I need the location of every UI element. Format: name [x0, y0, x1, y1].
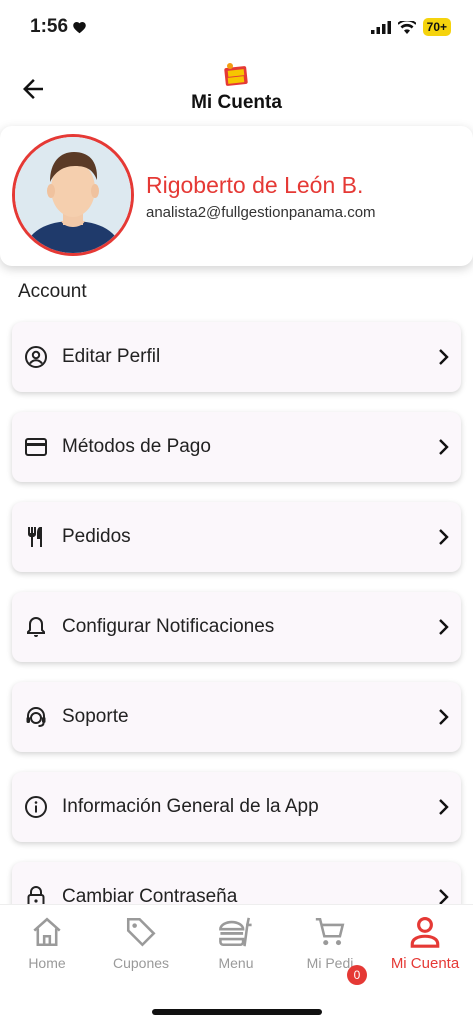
- bottom-tab-bar: Home Cupones Menu Mi Pedi 0 Mi Cuenta: [0, 904, 473, 1024]
- app-header: Mi Cuenta: [0, 56, 473, 124]
- menu-item-label: Soporte: [62, 706, 129, 727]
- tag-icon: [126, 917, 156, 947]
- tab-label: Home: [28, 955, 66, 971]
- wifi-icon: [397, 20, 416, 34]
- tab-home[interactable]: Home: [0, 915, 94, 971]
- menu-item-label: Editar Perfil: [62, 346, 161, 367]
- chevron-right-icon: [439, 529, 449, 545]
- restaurant-icon: [28, 527, 42, 547]
- section-title-account: Account: [18, 281, 87, 302]
- status-time: 1:56: [30, 16, 87, 38]
- status-bar: 1:56 70+: [0, 0, 473, 56]
- person-icon: [410, 916, 440, 948]
- tab-mi-cuenta[interactable]: Mi Cuenta: [378, 915, 472, 972]
- heart-icon: [73, 22, 86, 34]
- chevron-right-icon: [439, 349, 449, 365]
- profile-name: Rigoberto de León B.: [146, 172, 364, 198]
- profile-card: Rigoberto de León B. analista2@fullgesti…: [0, 126, 473, 266]
- menu-item-informacion-general[interactable]: Información General de la App: [12, 772, 461, 842]
- home-indicator: [152, 1009, 322, 1015]
- menu-item-label: Pedidos: [62, 526, 131, 547]
- menu-item-editar-perfil[interactable]: Editar Perfil: [12, 322, 461, 392]
- tab-label: Cupones: [112, 955, 170, 971]
- tab-mi-pedido[interactable]: Mi Pedi 0: [283, 915, 377, 985]
- bell-icon: [27, 616, 45, 637]
- tab-label: Mi Cuenta: [390, 955, 460, 972]
- menu-item-configurar-notificaciones[interactable]: Configurar Notificaciones: [12, 592, 461, 662]
- tab-cupones[interactable]: Cupones: [94, 915, 188, 971]
- fastfood-icon: [219, 917, 252, 947]
- avatar-image: [15, 137, 131, 253]
- menu-item-label: Configurar Notificaciones: [62, 616, 275, 637]
- signal-icon: [370, 20, 391, 34]
- brand-logo: [224, 63, 248, 86]
- chevron-right-icon: [439, 439, 449, 455]
- cart-count-badge: 0: [347, 965, 367, 985]
- account-circle-icon: [25, 346, 47, 368]
- info-icon: [25, 796, 47, 818]
- avatar[interactable]: [12, 134, 134, 256]
- page-title: Mi Cuenta: [191, 92, 282, 113]
- menu-item-label: Información General de la App: [62, 796, 319, 817]
- battery-indicator: 70+: [422, 18, 451, 36]
- menu-item-pedidos[interactable]: Pedidos: [12, 502, 461, 572]
- cart-icon: [315, 917, 345, 946]
- time-text: 1:56: [30, 16, 69, 37]
- menu-item-metodos-de-pago[interactable]: Métodos de Pago: [12, 412, 461, 482]
- chevron-right-icon: [439, 709, 449, 725]
- tab-label: Menu: [218, 955, 254, 971]
- menu-item-label: Métodos de Pago: [62, 436, 211, 457]
- chevron-right-icon: [439, 799, 449, 815]
- menu-item-soporte[interactable]: Soporte: [12, 682, 461, 752]
- support-agent-icon: [26, 707, 46, 727]
- profile-email: analista2@fullgestionpanama.com: [146, 204, 376, 221]
- home-icon: [33, 917, 61, 947]
- tab-menu[interactable]: Menu: [189, 915, 283, 971]
- chevron-right-icon: [439, 619, 449, 635]
- credit-card-icon: [25, 438, 47, 456]
